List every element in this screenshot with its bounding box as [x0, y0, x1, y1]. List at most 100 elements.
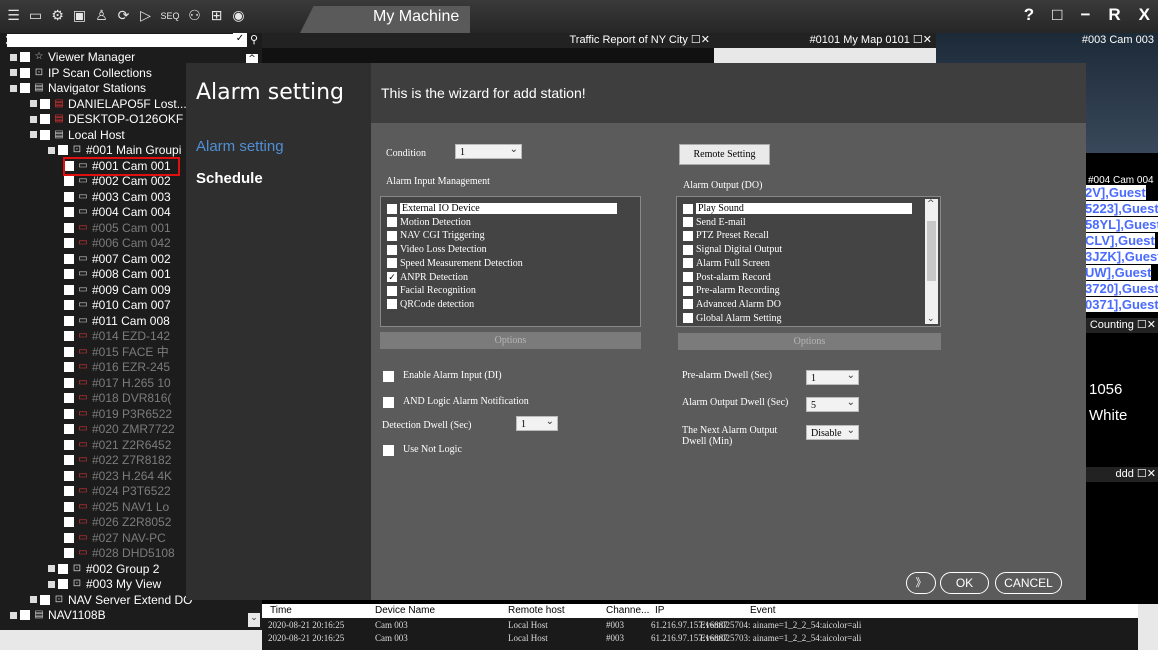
tree-item[interactable]: ▭ #004 Cam 004 — [64, 204, 171, 220]
tree-checkbox[interactable] — [20, 67, 30, 78]
alarm-output-item[interactable]: Pre-alarm Recording — [683, 284, 780, 297]
settings-icon[interactable]: ⚙ — [48, 7, 67, 26]
refresh-icon[interactable]: ⟳ — [114, 7, 133, 26]
search-icon[interactable]: ⚲ — [247, 33, 261, 47]
tree-item[interactable]: ⊡ IP Scan Collections — [10, 65, 152, 81]
nav-alarm-setting[interactable]: Alarm setting — [196, 138, 284, 155]
expand-icon[interactable] — [48, 146, 55, 154]
close-button[interactable]: X — [1139, 5, 1150, 25]
person-icon[interactable]: ♙ — [92, 7, 111, 26]
people-icon[interactable]: ⚇ — [185, 7, 204, 26]
tree-item[interactable]: ▭ #019 P3R6522 — [64, 406, 172, 422]
tree-checkbox[interactable] — [58, 145, 68, 155]
output-options-button[interactable]: Options — [678, 333, 941, 350]
expand-icon[interactable] — [30, 131, 37, 138]
col-channel[interactable]: Channe... — [606, 605, 649, 616]
tree-checkbox[interactable] — [40, 129, 50, 140]
search-input[interactable] — [7, 34, 233, 47]
ok-button[interactable]: OK — [940, 572, 989, 594]
tree-checkbox[interactable] — [64, 191, 74, 202]
item-checkbox[interactable] — [387, 244, 397, 255]
alarm-output-item[interactable]: Global Alarm Setting — [683, 312, 782, 325]
alarm-output-item[interactable]: Signal Digital Output — [683, 243, 782, 256]
tree-item[interactable]: ▤ Local Host — [30, 127, 125, 143]
alarm-input-item[interactable]: QRCode detection — [387, 298, 474, 311]
item-checkbox[interactable] — [683, 299, 693, 310]
item-checkbox[interactable] — [683, 230, 693, 241]
tree-item[interactable]: ▭ #014 EZD-142 — [64, 328, 170, 344]
tree-checkbox[interactable] — [58, 563, 68, 574]
tree-checkbox[interactable] — [64, 362, 74, 372]
tree-item[interactable]: ▭ #020 ZMR7722 — [64, 421, 175, 437]
col-event[interactable]: Event — [750, 605, 776, 616]
input-options-button[interactable]: Options — [380, 332, 641, 349]
tree-checkbox[interactable] — [64, 439, 74, 450]
remote-setting-button[interactable]: Remote Setting — [679, 144, 770, 165]
item-checkbox[interactable] — [387, 299, 397, 310]
tree-checkbox[interactable] — [20, 610, 30, 620]
alarm-input-item[interactable]: Facial Recognition — [387, 284, 476, 297]
tree-item[interactable]: ⊡ #001 Main Groupi — [48, 142, 181, 158]
output-dwell-select[interactable]: 5 — [806, 395, 859, 412]
item-checkbox[interactable] — [683, 258, 693, 269]
tree-item[interactable]: ▭ #017 H.265 10 — [64, 375, 171, 391]
tree-checkbox[interactable] — [64, 331, 74, 341]
next-button[interactable]: 》 — [906, 572, 936, 594]
alarm-output-item[interactable]: Post-alarm Record — [683, 271, 771, 284]
tree-item[interactable]: ▭ #009 Cam 009 — [64, 282, 171, 298]
tree-checkbox[interactable] — [64, 315, 74, 326]
tree-checkbox[interactable] — [64, 284, 74, 295]
item-checkbox[interactable] — [387, 217, 397, 228]
tree-item[interactable]: ☆ Viewer Manager — [10, 49, 135, 65]
item-checkbox[interactable] — [387, 203, 397, 214]
tree-checkbox[interactable] — [64, 501, 74, 512]
tree-checkbox[interactable] — [64, 424, 74, 434]
ddd-view[interactable] — [1086, 482, 1158, 602]
item-checkbox[interactable] — [683, 313, 693, 324]
log-scrollbar[interactable] — [1138, 604, 1158, 650]
alarm-output-item[interactable]: Advanced Alarm DO — [683, 298, 781, 311]
tree-item[interactable]: ▭ #026 Z2R8052 — [64, 514, 171, 530]
maximize-button[interactable]: □ — [1052, 5, 1062, 25]
tree-item[interactable]: ▭ #005 Cam 001 — [64, 220, 171, 236]
tree-checkbox[interactable] — [58, 579, 68, 589]
search-dropdown-icon[interactable]: ✓ — [233, 33, 247, 47]
alarm-output-item[interactable]: Play Sound — [683, 202, 912, 215]
counting-view[interactable] — [1086, 333, 1158, 463]
detection-dwell-select[interactable]: 1 — [516, 414, 558, 431]
expand-icon[interactable] — [30, 100, 37, 107]
alarm-input-item[interactable]: Video Loss Detection — [387, 243, 487, 256]
expand-icon[interactable] — [10, 611, 17, 619]
and-logic-checkbox[interactable] — [383, 397, 394, 408]
alarm-input-list[interactable]: External IO Device Motion Detection NAV CG… — [380, 196, 641, 327]
tree-item[interactable]: ▭ #024 P3T6522 — [64, 483, 171, 499]
tree-item[interactable]: ▭ #028 DHD5108 — [64, 545, 175, 561]
tree-checkbox[interactable] — [20, 83, 30, 93]
tree-item[interactable]: ▤ Navigator Stations — [10, 80, 146, 96]
alarm-output-item[interactable]: Alarm Full Screen — [683, 257, 770, 270]
tree-checkbox[interactable] — [64, 269, 74, 279]
col-device[interactable]: Device Name — [375, 605, 435, 616]
output-scroll-thumb[interactable] — [927, 221, 936, 281]
tree-item[interactable]: ⊡ #002 Group 2 — [48, 561, 159, 577]
tree-checkbox[interactable] — [64, 300, 74, 310]
alarm-output-list[interactable]: Play Sound Send E-mail PTZ Preset Recall Si… — [676, 196, 941, 327]
tree-item[interactable]: ▭ #018 DVR816( — [64, 390, 171, 406]
tree-scroll-down[interactable]: ⌄ — [248, 613, 260, 627]
tree-checkbox[interactable] — [64, 455, 74, 465]
tree-checkbox[interactable] — [64, 548, 74, 558]
tree-item[interactable]: ▭ #006 Cam 042 — [64, 235, 171, 251]
expand-icon[interactable] — [10, 84, 17, 92]
minimize-button[interactable]: − — [1080, 5, 1090, 25]
next-output-select[interactable]: Disable — [806, 423, 859, 440]
alarm-input-item[interactable]: NAV CGI Triggering — [387, 229, 485, 242]
item-checkbox[interactable] — [683, 203, 693, 214]
tree-item[interactable]: ▤ DESKTOP-O126OKF L — [30, 111, 193, 127]
tree-checkbox[interactable] — [40, 98, 50, 109]
tree-item[interactable]: ▭ #021 Z2R6452 — [64, 437, 171, 453]
col-remote-host[interactable]: Remote host — [508, 605, 565, 616]
expand-icon[interactable] — [30, 596, 37, 603]
help-button[interactable]: ? — [1024, 5, 1034, 25]
tree-checkbox[interactable] — [64, 408, 74, 419]
tree-item[interactable]: ▤ DANIELAPO5F Lost... — [30, 96, 187, 112]
